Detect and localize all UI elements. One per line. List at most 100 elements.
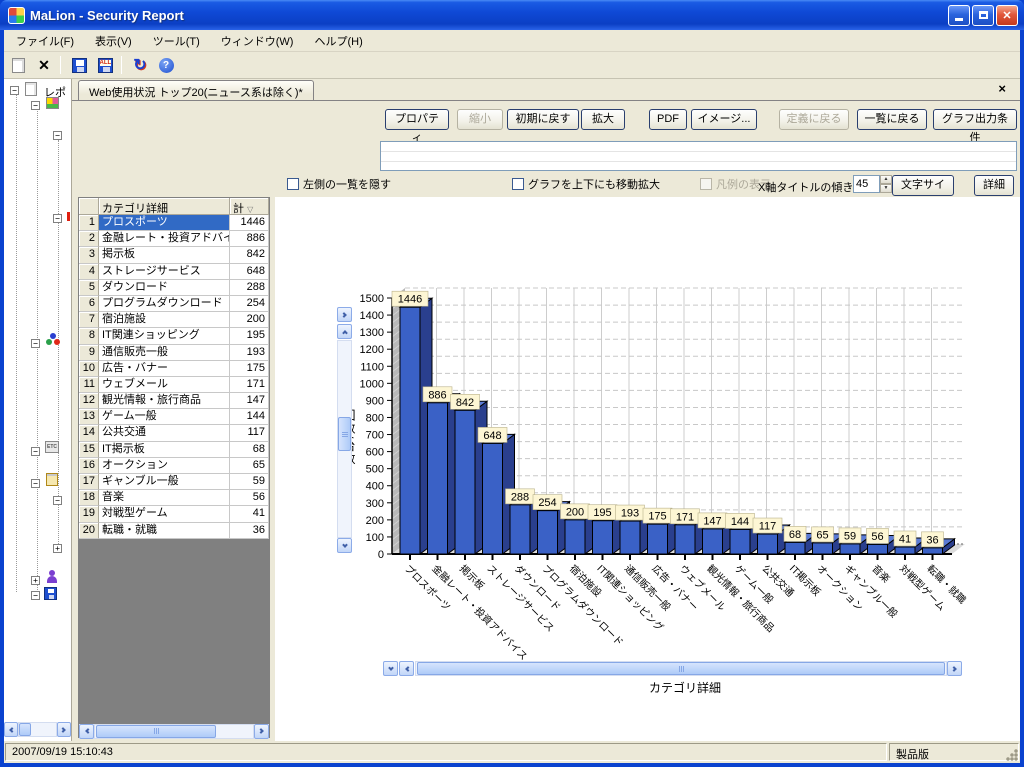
tab-web-usage-top20[interactable]: Web使用状況 トップ20(ニュース系は除く)* <box>78 80 314 100</box>
chart-vertical-scrollbar-thumb[interactable] <box>338 417 351 451</box>
menu-bar: ファイル(F) 表示(V) ツール(T) ウィンドウ(W) ヘルプ(H) <box>4 30 1020 52</box>
close-button[interactable]: ✕ <box>996 5 1018 26</box>
table-row[interactable]: 9通信販売一般193 <box>79 345 269 361</box>
tree-collapse-toggle[interactable]: − <box>53 131 62 140</box>
table-row[interactable]: 3掲示板842 <box>79 247 269 263</box>
tree-collapse-toggle[interactable]: − <box>53 496 62 505</box>
table-row[interactable]: 20転職・就職36 <box>79 523 269 539</box>
table-row[interactable]: 17ギャンブル一般59 <box>79 474 269 490</box>
enlarge-button[interactable]: 拡大 <box>581 109 625 130</box>
font-size-button[interactable]: 文字サイズ <box>892 175 954 196</box>
save-all-icon: ALL <box>98 58 113 73</box>
table-row[interactable]: 14公共交通117 <box>79 425 269 441</box>
help-button[interactable]: ? <box>154 54 178 76</box>
back-to-list-button[interactable]: 一覧に戻る <box>857 109 927 130</box>
tree-expand-toggle[interactable]: + <box>53 544 62 553</box>
menu-window[interactable]: ウィンドウ(W) <box>212 30 303 52</box>
tree-collapse-toggle[interactable]: − <box>53 214 62 223</box>
chart-scroll-right-button[interactable] <box>947 661 962 676</box>
tree-scroll-left-button[interactable] <box>4 722 18 737</box>
tree-collapse-toggle[interactable]: − <box>31 101 40 110</box>
new-report-icon <box>12 58 25 73</box>
minimize-button[interactable] <box>948 5 970 26</box>
menu-help[interactable]: ヘルプ(H) <box>305 30 371 52</box>
maximize-button[interactable] <box>972 5 994 26</box>
table-row[interactable]: 13ゲーム一般144 <box>79 409 269 425</box>
chart-scroll-up-button[interactable] <box>337 324 352 339</box>
hide-left-list-option: 左側の一覧を隠す <box>287 177 391 191</box>
detail-button[interactable]: 詳細 <box>974 175 1014 196</box>
table-row[interactable]: 4ストレージサービス648 <box>79 264 269 280</box>
menu-tools[interactable]: ツール(T) <box>144 30 209 52</box>
tree-collapse-toggle[interactable]: − <box>31 479 40 488</box>
tab-close-icon[interactable]: × <box>998 81 1006 96</box>
menu-view[interactable]: 表示(V) <box>86 30 141 52</box>
save-button[interactable] <box>67 54 91 76</box>
move-zoom-checkbox[interactable] <box>512 178 524 190</box>
tree-item-marker <box>67 212 70 221</box>
graph-output-condition-button[interactable]: グラフ出力条件 <box>933 109 1017 130</box>
total-header-cell[interactable]: 計 ▽ <box>230 198 269 215</box>
tree-collapse-toggle[interactable]: − <box>31 339 40 348</box>
hide-left-list-checkbox[interactable] <box>287 178 299 190</box>
chart-horizontal-scrollbar-thumb[interactable] <box>417 662 945 675</box>
x-axis-tilt-input[interactable] <box>853 175 880 193</box>
table-row[interactable]: 19対戦型ゲーム41 <box>79 506 269 522</box>
spinner-up-button[interactable]: ▲ <box>880 175 892 184</box>
tree-scroll-right-button[interactable] <box>57 722 71 737</box>
tree-collapse-toggle[interactable]: − <box>31 591 40 600</box>
chart-pan-down-button[interactable] <box>383 661 398 676</box>
table-row[interactable]: 8IT関連ショッピング195 <box>79 328 269 344</box>
table-row[interactable]: 5ダウンロード288 <box>79 280 269 296</box>
refresh-button[interactable]: ↻ <box>128 54 152 76</box>
table-cell: 18 <box>79 490 99 506</box>
toolbar: ✕ ALL ↻ ? <box>4 52 1020 79</box>
table-cell: 842 <box>230 247 269 263</box>
table-row[interactable]: 2金融レート・投資アドバイス886 <box>79 231 269 247</box>
image-button[interactable]: イメージ... <box>691 109 757 130</box>
table-scroll-right-button[interactable] <box>254 724 269 739</box>
close-view-button[interactable]: ✕ <box>32 54 56 76</box>
table-row[interactable]: 12観光情報・旅行商品147 <box>79 393 269 409</box>
svg-text:1446: 1446 <box>398 294 422 306</box>
reset-button[interactable]: 初期に戻す <box>507 109 579 130</box>
x-axis-title: カテゴリ詳細 <box>615 679 755 696</box>
save-all-button[interactable]: ALL <box>93 54 117 76</box>
property-button[interactable]: プロパティ <box>385 109 449 130</box>
table-row[interactable]: 1プロスポーツ1446 <box>79 215 269 231</box>
status-bar: 2007/09/19 15:10:43 製品版 <box>4 741 1020 763</box>
table-row[interactable]: 18音楽56 <box>79 490 269 506</box>
table-cell: 56 <box>230 490 269 506</box>
hide-left-list-label: 左側の一覧を隠す <box>303 176 391 192</box>
svg-text:193: 193 <box>621 508 639 520</box>
table-row[interactable]: 11ウェブメール171 <box>79 377 269 393</box>
svg-text:200: 200 <box>566 506 584 518</box>
new-report-button[interactable] <box>6 54 30 76</box>
menu-file[interactable]: ファイル(F) <box>7 30 83 52</box>
table-row[interactable]: 7宿泊施設200 <box>79 312 269 328</box>
svg-text:200: 200 <box>366 515 384 527</box>
tree-expand-toggle[interactable]: + <box>31 576 40 585</box>
table-row[interactable]: 10広告・バナー175 <box>79 361 269 377</box>
spinner-down-button[interactable]: ▼ <box>880 184 892 193</box>
table-cell: 288 <box>230 280 269 296</box>
resize-grip[interactable] <box>1005 748 1018 761</box>
tree-scrollbar-thumb[interactable] <box>19 723 31 736</box>
chart-pan-right-button[interactable] <box>337 307 352 322</box>
category-header-cell[interactable]: カテゴリ詳細 <box>99 198 230 215</box>
table-row[interactable]: 6プログラムダウンロード254 <box>79 296 269 312</box>
table-cell: 19 <box>79 506 99 522</box>
table-cell: プロスポーツ <box>99 215 230 231</box>
table-scrollbar-thumb[interactable] <box>96 725 216 738</box>
table-cell: 16 <box>79 458 99 474</box>
table-scroll-left-button[interactable] <box>79 724 94 739</box>
chart-scroll-down-button[interactable] <box>337 538 352 553</box>
tree-collapse-toggle[interactable]: − <box>31 447 40 456</box>
pdf-button[interactable]: PDF <box>649 109 687 130</box>
chart-scroll-left-button[interactable] <box>399 661 414 676</box>
x-axis-tilt-label: X軸タイトルの傾き: <box>758 179 856 195</box>
tree-collapse-toggle[interactable]: − <box>10 86 19 95</box>
table-row[interactable]: 15IT掲示板68 <box>79 442 269 458</box>
table-row[interactable]: 16オークション65 <box>79 458 269 474</box>
app-icon <box>8 7 25 24</box>
